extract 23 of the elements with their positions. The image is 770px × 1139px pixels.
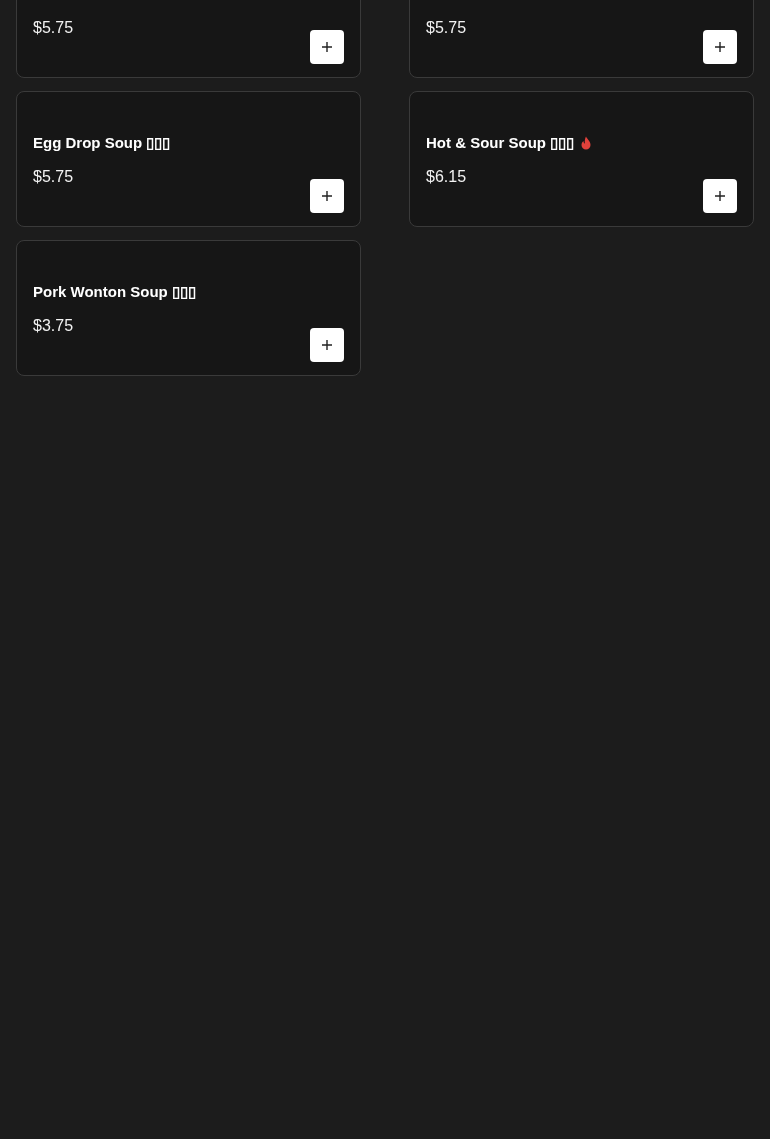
item-name: Egg Drop Soup ▯▯▯ bbox=[33, 134, 171, 152]
menu-item-card[interactable]: Hot & Sour Soup ▯▯▯ $6.15 bbox=[409, 91, 754, 227]
menu-item-card[interactable]: $5.75 bbox=[409, 0, 754, 78]
plus-icon bbox=[715, 42, 725, 52]
add-button[interactable] bbox=[703, 30, 737, 64]
add-button[interactable] bbox=[703, 179, 737, 213]
item-name: Pork Wonton Soup ▯▯▯ bbox=[33, 283, 196, 301]
add-button[interactable] bbox=[310, 30, 344, 64]
plus-icon bbox=[322, 42, 332, 52]
plus-icon bbox=[715, 191, 725, 201]
item-price: $5.75 bbox=[33, 18, 74, 38]
plus-icon bbox=[322, 191, 332, 201]
item-price: $6.15 bbox=[426, 167, 467, 187]
add-button[interactable] bbox=[310, 328, 344, 362]
item-price: $3.75 bbox=[33, 316, 74, 336]
add-button[interactable] bbox=[310, 179, 344, 213]
menu-item-card[interactable]: Egg Drop Soup ▯▯▯ $5.75 bbox=[16, 91, 361, 227]
item-price: $5.75 bbox=[426, 18, 467, 38]
plus-icon bbox=[322, 340, 332, 350]
item-price: $5.75 bbox=[33, 167, 74, 187]
menu-item-card[interactable]: Pork Wonton Soup ▯▯▯ $3.75 bbox=[16, 240, 361, 376]
menu-item-card[interactable]: $5.75 bbox=[16, 0, 361, 78]
item-name: Hot & Sour Soup ▯▯▯ bbox=[426, 134, 575, 152]
